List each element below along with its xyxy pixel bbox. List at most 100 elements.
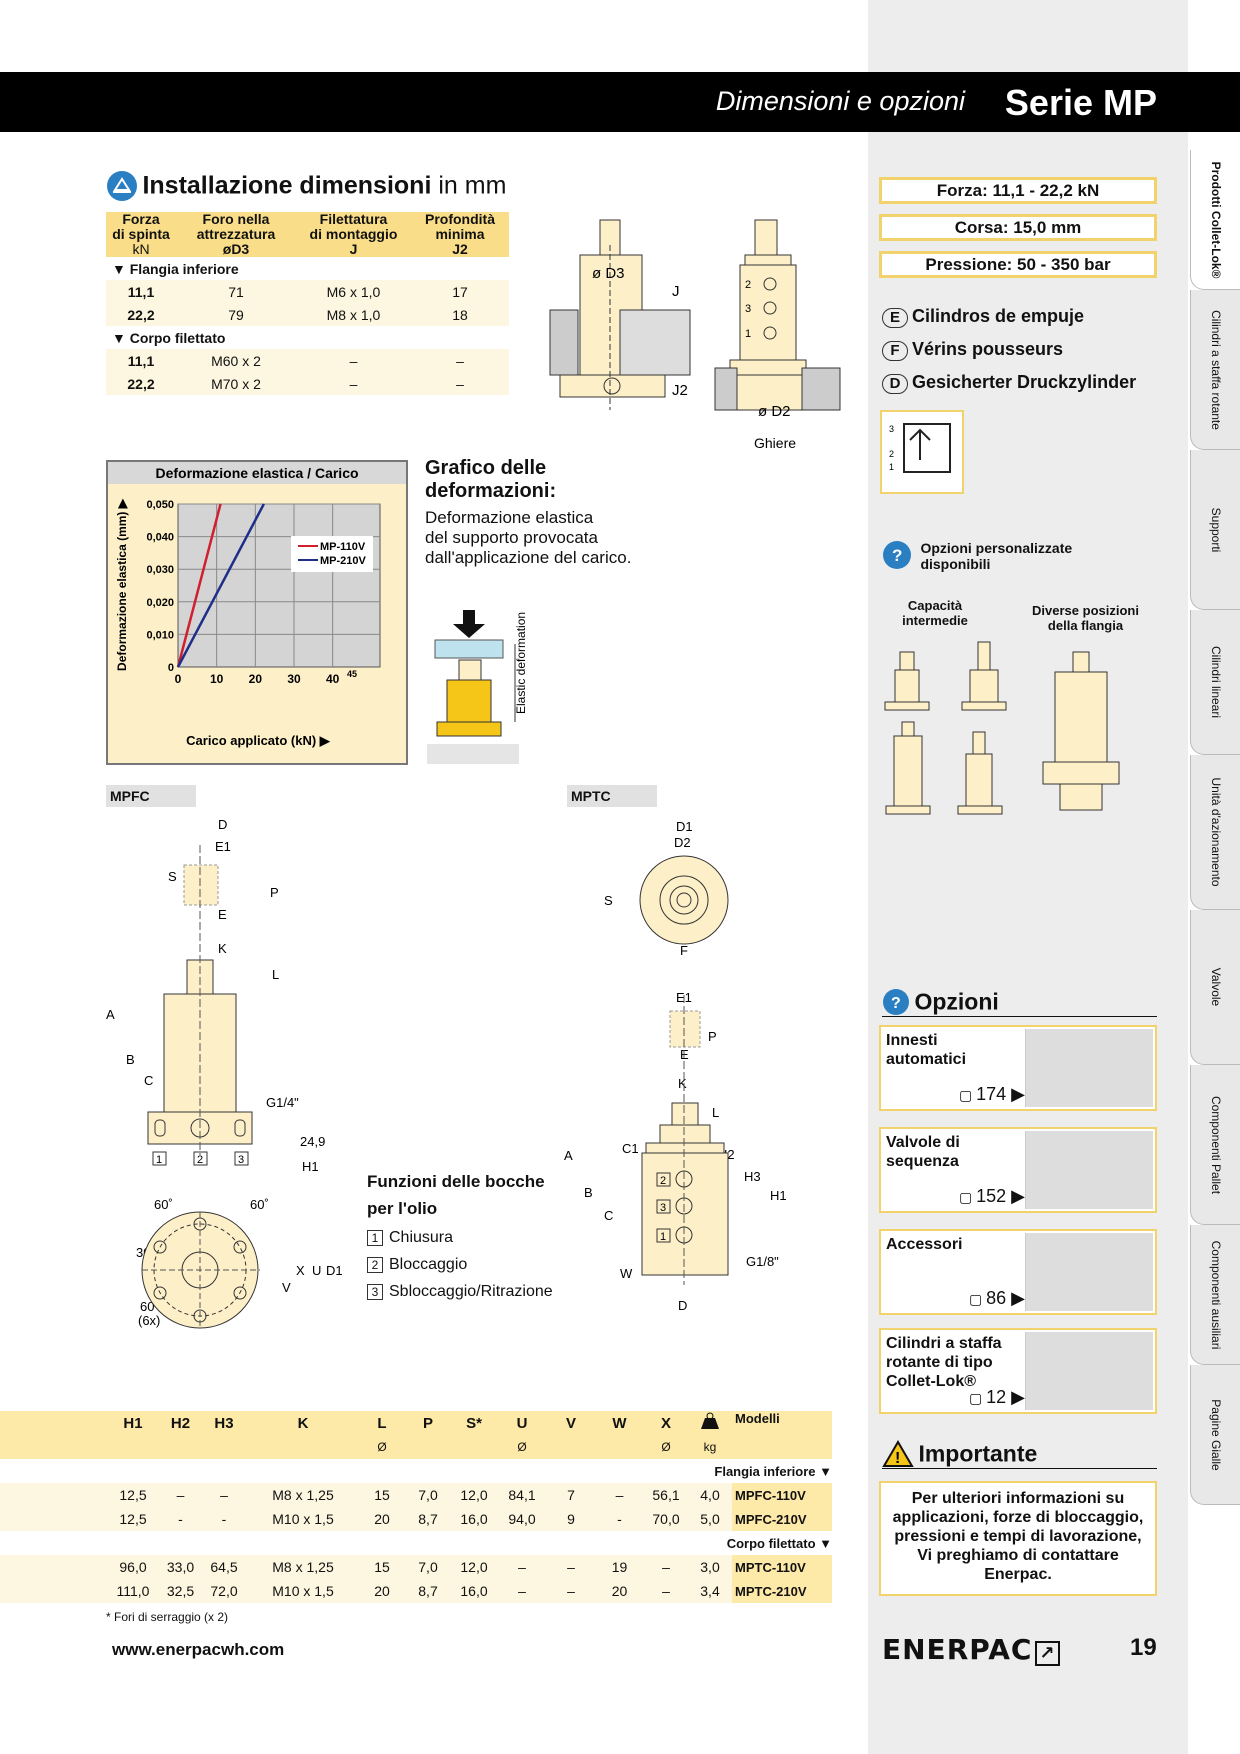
svg-text:J: J xyxy=(672,283,680,300)
svg-text:1: 1 xyxy=(156,1154,162,1166)
svg-text:ø D2: ø D2 xyxy=(758,403,791,420)
tab-supporti[interactable]: Supporti xyxy=(1190,450,1240,610)
lang-d: D Gesicherter Druckzylinder xyxy=(882,372,1136,394)
svg-text:3: 3 xyxy=(238,1154,244,1166)
svg-text:(6x): (6x) xyxy=(138,1313,160,1328)
chart-xtick-label: 10 xyxy=(210,672,224,686)
page-icon: ▢ xyxy=(969,1291,987,1307)
spec-forza: Forza: 11,1 - 22,2 kN xyxy=(879,177,1157,204)
svg-text:2: 2 xyxy=(889,449,894,459)
footer-url[interactable]: www.enerpacwh.com xyxy=(112,1640,284,1660)
svg-text:K: K xyxy=(218,941,227,956)
chart-ytick-label: 0,040 xyxy=(146,532,174,544)
custom-col1: Capacità intermedie xyxy=(902,598,968,628)
svg-text:!: ! xyxy=(895,1450,900,1467)
tab-collet-lok[interactable]: Prodotti Collet-Lok® xyxy=(1190,150,1240,290)
oil-ports-list: 1 Chiusura 2 Bloccaggio 3 Sbloccaggio/Ritra… xyxy=(367,1224,553,1305)
spec-corsa: Corsa: 15,0 mm xyxy=(879,214,1157,241)
deformation-chart: Deformazione elastica / Carico 0 0,010 0,0… xyxy=(108,462,406,748)
chart-xlabel: Carico applicato (kN) ▶ xyxy=(186,733,331,748)
svg-text:D: D xyxy=(678,1298,687,1313)
svg-text:U: U xyxy=(312,1263,321,1278)
tab-componenti-ausiliari[interactable]: Componenti ausiliari xyxy=(1190,1225,1240,1365)
svg-text:?: ? xyxy=(892,546,902,565)
svg-text:F: F xyxy=(680,943,688,958)
chart-ytick-label: 0,020 xyxy=(146,597,174,609)
tab-unita-azionamento[interactable]: Unità d'azionamento xyxy=(1190,755,1240,910)
svg-text:2: 2 xyxy=(745,279,751,291)
option-card-collet-lok[interactable]: Cilindri a staffa rotante di tipo Collet… xyxy=(879,1328,1157,1414)
tab-componenti-pallet[interactable]: Componenti Pallet xyxy=(1190,1065,1240,1225)
important-heading: ! Importante xyxy=(882,1440,1157,1469)
svg-text:D: D xyxy=(218,817,227,832)
svg-text:3: 3 xyxy=(660,1202,666,1214)
oil-port-1: 1 Chiusura xyxy=(367,1224,553,1251)
chart-xtick-label: 20 xyxy=(249,672,263,686)
legend-mp210v: MP-210V xyxy=(320,555,367,567)
option-card-innesti[interactable]: Innesti automatici ▢ 174 ▶ xyxy=(879,1025,1157,1111)
chart-ytick-label: 0,050 xyxy=(146,499,174,511)
chart-xtick-label: 0 xyxy=(175,672,182,686)
svg-text:C: C xyxy=(144,1073,153,1088)
svg-text:L: L xyxy=(272,967,279,982)
page-icon: ▢ xyxy=(958,1087,977,1103)
svg-text:24,9: 24,9 xyxy=(300,1134,325,1149)
legend-mp110v: MP-110V xyxy=(320,541,366,553)
page-icon: ▢ xyxy=(969,1390,987,1406)
lang-f: F Vérins pousseurs xyxy=(882,339,1063,361)
tab-valvole[interactable]: Valvole xyxy=(1190,910,1240,1065)
svg-text:2: 2 xyxy=(660,1175,666,1187)
svg-text:S: S xyxy=(168,869,177,884)
tab-cilindri-staffa[interactable]: Cilindri a staffa rotante xyxy=(1190,290,1240,450)
chart-ylabel: Deformazione elastica (mm) ▶ xyxy=(115,498,129,671)
oil-port-3: 3 Sbloccaggio/Ritrazione xyxy=(367,1278,553,1305)
svg-text:Elastic deformation: Elastic deformation xyxy=(514,612,528,714)
option-card-accessori[interactable]: Accessori ▢ 86 ▶ xyxy=(879,1229,1157,1315)
spec-table: H1 H2 H3 K L P S* U V W X Modelli Ø Ø Ø … xyxy=(0,1411,832,1603)
header-series: Serie MP xyxy=(1004,82,1157,123)
svg-text:P: P xyxy=(708,1029,717,1044)
important-text: Per ulteriori informazioni su applicazio… xyxy=(879,1481,1157,1596)
enerpac-logo: ENERPAC ↗ xyxy=(882,1633,1060,1666)
valvole-photo xyxy=(1025,1131,1153,1209)
svg-text:1: 1 xyxy=(660,1231,666,1243)
svg-text:1: 1 xyxy=(745,328,751,340)
svg-text:L: L xyxy=(712,1105,719,1120)
option-card-valvole[interactable]: Valvole di sequenza ▢ 152 ▶ xyxy=(879,1127,1157,1213)
chart-xtick-label: 45 xyxy=(347,669,357,679)
svg-text:G1/4": G1/4" xyxy=(266,1095,299,1110)
page-number: 19 xyxy=(1130,1634,1157,1661)
svg-text:H1: H1 xyxy=(302,1159,319,1174)
hydraulic-symbol: 3 2 1 xyxy=(880,410,964,494)
svg-text:B: B xyxy=(126,1052,135,1067)
svg-text:60˚: 60˚ xyxy=(250,1197,269,1212)
chart-ytick-label: 0 xyxy=(168,662,174,674)
weight-icon xyxy=(701,1412,719,1429)
install-table: Forza di spinta kN Foro nella attrezzatura ø… xyxy=(106,212,509,395)
graph-desc: Deformazione elastica del supporto provoc… xyxy=(425,508,632,567)
tab-pagine-gialle[interactable]: Pagine Gialle xyxy=(1190,1365,1240,1505)
oil-ports-title: Funzioni delle bocche per l'olio xyxy=(367,1172,545,1218)
oil-port-2: 2 Bloccaggio xyxy=(367,1251,553,1278)
install-heading: Installazione dimensioni in mm xyxy=(106,170,506,202)
svg-text:S: S xyxy=(604,893,613,908)
chart-xtick-label: 40 xyxy=(326,672,340,686)
svg-text:C1: C1 xyxy=(622,1141,639,1156)
custom-drawings xyxy=(884,641,1120,815)
svg-text:ø D3: ø D3 xyxy=(592,265,625,282)
svg-text:H3: H3 xyxy=(744,1169,761,1184)
svg-text:D1: D1 xyxy=(676,819,693,834)
svg-text:C: C xyxy=(604,1208,613,1223)
mptc-drawing: D1 D2 S F E1 P E K L C1 H2 A H3 B H1 C G… xyxy=(564,819,787,1313)
svg-text:2: 2 xyxy=(197,1154,203,1166)
page-icon: ▢ xyxy=(958,1189,977,1205)
custom-col2: Diverse posizioni della flangia xyxy=(1032,603,1139,633)
tab-cilindri-lineari[interactable]: Cilindri lineari xyxy=(1190,610,1240,755)
collet-lok-photo xyxy=(1025,1332,1153,1410)
svg-text:X: X xyxy=(296,1263,305,1278)
chart-ytick-label: 0,010 xyxy=(146,629,174,641)
svg-text:V: V xyxy=(282,1280,291,1295)
table-footnote: * Fori di serraggio (x 2) xyxy=(106,1610,229,1624)
elastic-illustration: Elastic deformation xyxy=(427,610,528,764)
mpfc-label: MPFC xyxy=(106,785,196,807)
